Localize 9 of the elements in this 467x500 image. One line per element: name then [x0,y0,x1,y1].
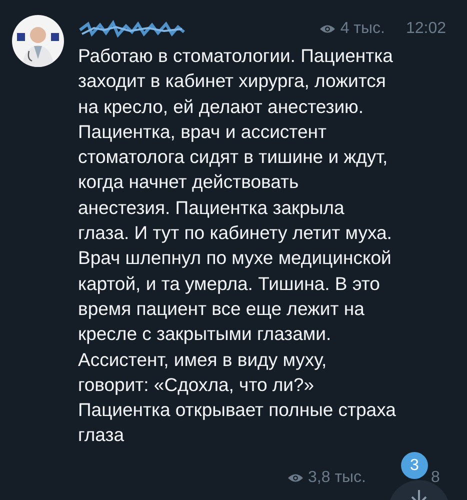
view-count: 4 тыс. [340,20,385,38]
post-text: Работаю в стоматологии. Пациентка заходит в кабинет хирурга, ложится на кресло, ей делают анестезию. Пациентка, врач и ассистент стоматолога сидят в тишине и ждут, когда начнет действовать анестезия. Пациентка закрыла глаза. И тут по кабинету летит муха. Врач шлепнул по мухе медицинской картой, и та умерла. Тишина. В это время пациент все еще лежит на кресле с закрытыми глазами. Ассистент, имея в виду муху, говорит: «Сдохла, что ли?» Пациентка открывает полные страха глаза [78,44,397,448]
down-arrow-icon [409,490,429,500]
post-time: 12:02 [406,20,446,38]
eye-icon [288,473,303,483]
unread-badge: 3 [401,452,428,479]
post-time: 8 [430,469,440,487]
eye-icon [320,24,336,34]
view-count: 3,8 тыс. [308,469,366,487]
